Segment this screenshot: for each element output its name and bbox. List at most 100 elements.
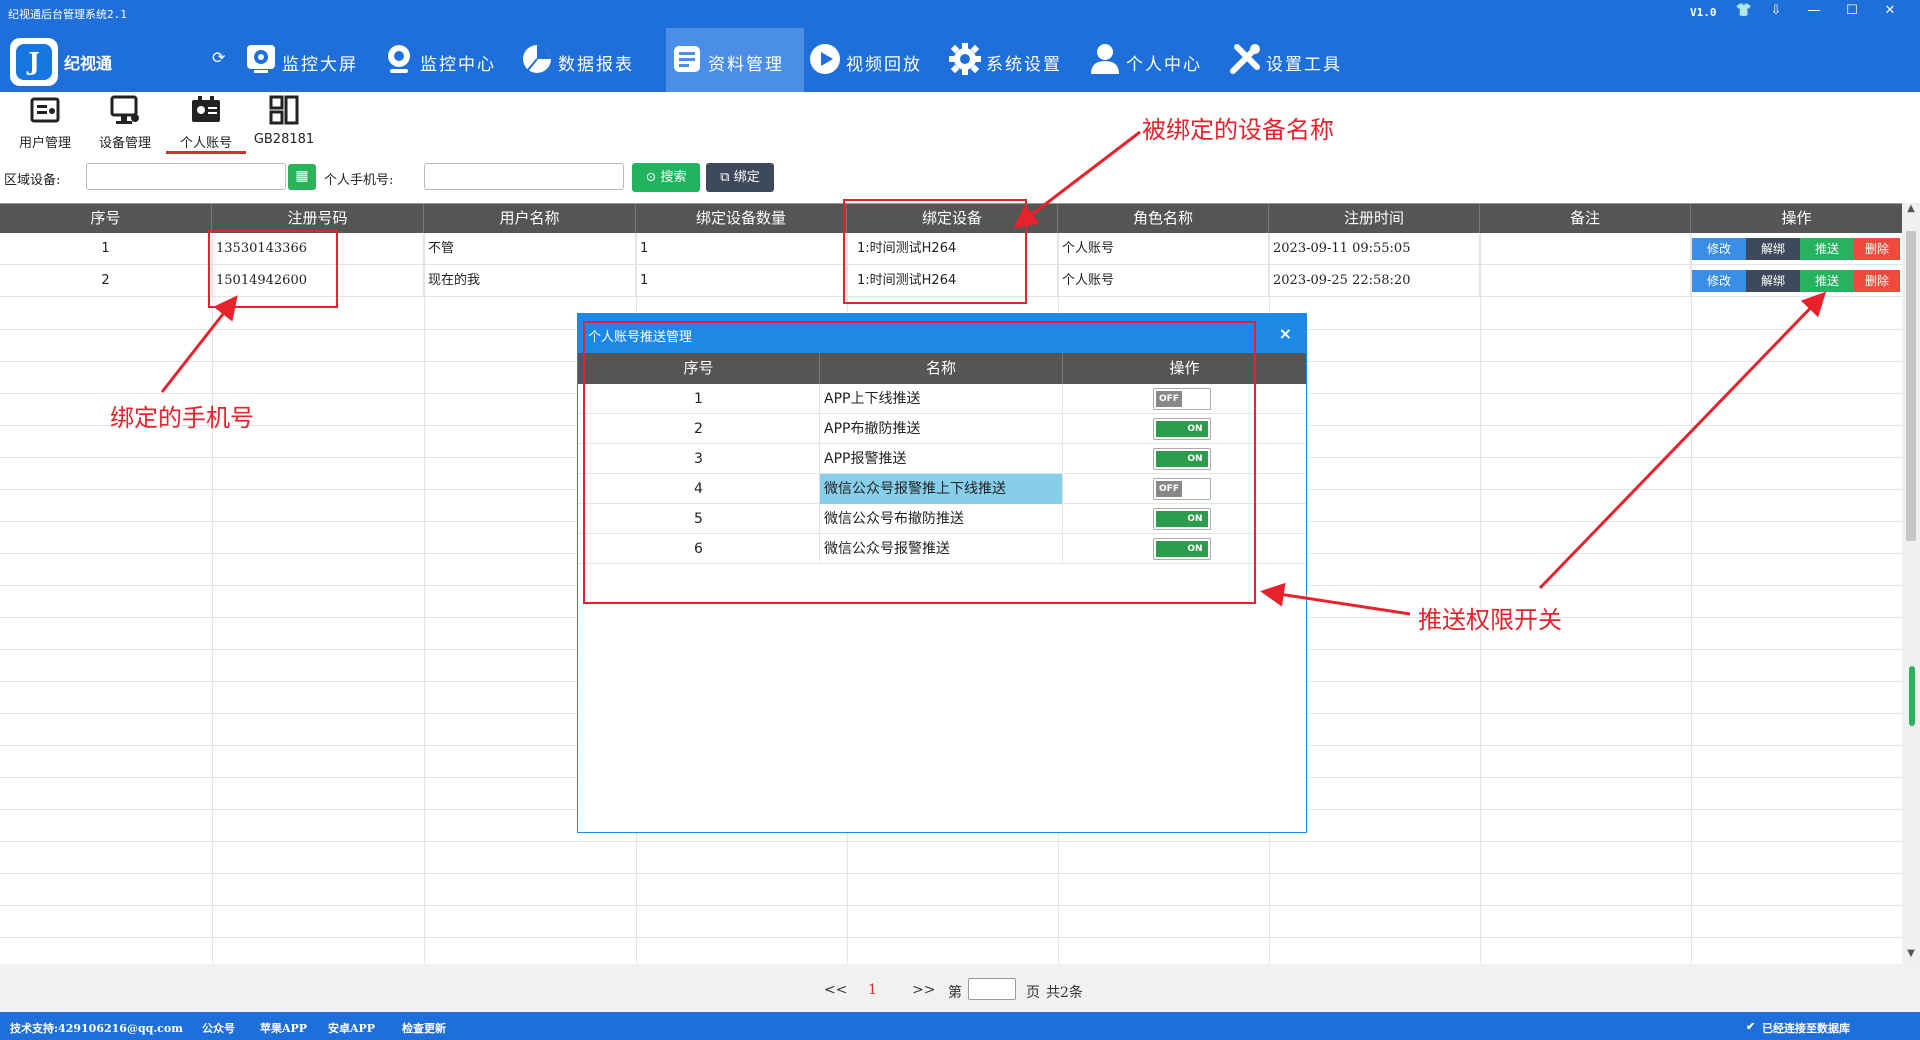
camera-icon bbox=[388, 45, 410, 73]
db-connected-icon: ✔ bbox=[1746, 1020, 1756, 1033]
column-header[interactable]: 注册时间 bbox=[1269, 204, 1480, 233]
scroll-down-icon[interactable]: ▼ bbox=[1902, 948, 1920, 964]
push-button[interactable]: 推送 bbox=[1800, 238, 1854, 260]
region-device-input[interactable] bbox=[86, 163, 286, 190]
gear-icon bbox=[949, 43, 981, 75]
nav-item-monitor-screen[interactable]: 监控大屏 bbox=[240, 28, 378, 92]
wechat-link[interactable]: 公众号 bbox=[202, 1020, 235, 1036]
user-icon bbox=[1091, 44, 1119, 74]
nav-item-video-playback[interactable]: 视频回放 bbox=[804, 28, 944, 92]
subtool-user-management[interactable]: 用户管理 bbox=[10, 92, 80, 156]
push-button[interactable]: 推送 bbox=[1800, 270, 1854, 292]
page-number-input[interactable] bbox=[968, 978, 1016, 1000]
edit-button[interactable]: 修改 bbox=[1692, 270, 1746, 292]
grid-row-line bbox=[0, 841, 1902, 842]
refresh-icon[interactable]: ⟳ bbox=[212, 48, 225, 67]
search-button[interactable]: ⊙ 搜索 bbox=[632, 163, 700, 192]
subtool-device-management[interactable]: 设备管理 bbox=[90, 92, 160, 156]
close-icon[interactable]: × bbox=[1279, 324, 1292, 343]
phone-input[interactable] bbox=[424, 163, 624, 190]
column-header[interactable]: 备注 bbox=[1480, 204, 1691, 233]
column-header[interactable]: 角色名称 bbox=[1058, 204, 1269, 233]
note-cell bbox=[1480, 233, 1691, 265]
gb28181-icon bbox=[269, 95, 299, 125]
unbind-button[interactable]: 解绑 bbox=[1746, 270, 1800, 292]
toggle-highlight-box bbox=[583, 321, 1256, 604]
search-label: 搜索 bbox=[660, 170, 687, 185]
skin-icon[interactable]: 👕 bbox=[1726, 0, 1762, 24]
pagination: << 1 >> 第 页 共2条 bbox=[0, 964, 1920, 1012]
column-header[interactable]: 绑定设备数量 bbox=[636, 204, 847, 233]
search-icon: ⊙ bbox=[645, 170, 657, 185]
prev-page-button[interactable]: << bbox=[824, 982, 847, 998]
device-highlight-box bbox=[843, 199, 1027, 304]
close-window-button[interactable]: ✕ bbox=[1872, 0, 1908, 24]
check-update-link[interactable]: 检查更新 bbox=[402, 1020, 446, 1036]
column-header[interactable]: 注册号码 bbox=[212, 204, 424, 233]
delete-button[interactable]: 删除 bbox=[1854, 238, 1900, 260]
column-header[interactable]: 用户名称 bbox=[424, 204, 636, 233]
grid-line bbox=[1691, 233, 1692, 964]
column-header[interactable]: 操作 bbox=[1691, 204, 1902, 233]
unbind-button[interactable]: 解绑 bbox=[1746, 238, 1800, 260]
annotation-bound-device: 被绑定的设备名称 bbox=[1142, 116, 1334, 144]
nav-item-personal-center[interactable]: 个人中心 bbox=[1084, 28, 1224, 92]
android-app-link[interactable]: 安卓APP bbox=[328, 1020, 375, 1036]
phone-label: 个人手机号: bbox=[324, 173, 394, 188]
register-time-cell: 2023-09-25 22:58:20 bbox=[1269, 265, 1480, 297]
maximize-button[interactable]: ☐ bbox=[1834, 0, 1870, 24]
nav-label: 视频回放 bbox=[846, 55, 922, 75]
region-device-label: 区域设备: bbox=[4, 173, 61, 188]
minimize-button[interactable]: — bbox=[1796, 0, 1832, 24]
phone-highlight-box bbox=[208, 230, 338, 308]
personal-account-icon bbox=[192, 96, 220, 122]
sub-toolbar: 用户管理 设备管理 个人账号 GB28181 bbox=[0, 92, 1920, 156]
device-management-icon bbox=[110, 95, 139, 124]
scrollbar-thumb[interactable] bbox=[1906, 231, 1916, 541]
nav-label: 数据报表 bbox=[558, 55, 634, 75]
side-indicator bbox=[1909, 666, 1915, 726]
total-count: 共2条 bbox=[1046, 985, 1083, 1001]
nav-item-system-settings[interactable]: 系统设置 bbox=[944, 28, 1084, 92]
tools-icon bbox=[1230, 44, 1260, 74]
edit-button[interactable]: 修改 bbox=[1692, 238, 1746, 260]
nav-item-monitor-center[interactable]: 监控中心 bbox=[378, 28, 516, 92]
page-label: 第 bbox=[948, 985, 962, 1001]
index-cell: 1 bbox=[0, 233, 212, 265]
vertical-scrollbar[interactable]: ▲ ▼ bbox=[1902, 203, 1920, 964]
grid-line bbox=[1480, 233, 1481, 964]
grid-line bbox=[424, 233, 425, 964]
nav-label: 监控大屏 bbox=[282, 55, 358, 75]
next-page-button[interactable]: >> bbox=[912, 982, 935, 998]
subtool-label: 设备管理 bbox=[98, 136, 151, 151]
nav-item-setup-tools[interactable]: 设置工具 bbox=[1224, 28, 1364, 92]
role-cell: 个人账号 bbox=[1058, 265, 1269, 297]
nav-item-data-report[interactable]: 数据报表 bbox=[516, 28, 656, 92]
subtool-personal-account[interactable]: 个人账号 bbox=[166, 92, 246, 156]
grid-row-line bbox=[0, 873, 1902, 874]
device-count-cell: 1 bbox=[636, 233, 847, 265]
region-select-button[interactable]: ▦ bbox=[288, 164, 316, 190]
scroll-up-icon[interactable]: ▲ bbox=[1902, 203, 1920, 219]
ios-app-link[interactable]: 苹果APP bbox=[260, 1020, 307, 1036]
app-header: 纪视通后台管理系统2.1 V1.0 👕 ⇩ — ☐ ✕ J 纪视通 ⟳ 监控大屏… bbox=[0, 0, 1920, 92]
current-page[interactable]: 1 bbox=[868, 982, 877, 998]
grid-row-line bbox=[0, 905, 1902, 906]
nav-label: 系统设置 bbox=[986, 55, 1062, 75]
bind-button[interactable]: ⧉ 绑定 bbox=[706, 163, 774, 192]
bind-label: 绑定 bbox=[733, 170, 760, 185]
grid-line bbox=[212, 233, 213, 964]
brand-name: 纪视通 bbox=[64, 54, 113, 73]
top-navigation: 监控大屏 监控中心 数据报表 资料管理 视频回放 系统设置 个人中心 设置工具 bbox=[240, 28, 1890, 92]
dropdown-window-button[interactable]: ⇩ bbox=[1758, 0, 1794, 24]
column-header[interactable]: 序号 bbox=[0, 204, 212, 233]
subtool-gb28181[interactable]: GB28181 bbox=[252, 92, 316, 156]
play-icon bbox=[810, 44, 840, 74]
app-logo: J bbox=[10, 38, 58, 86]
delete-button[interactable]: 删除 bbox=[1854, 270, 1900, 292]
grid-row-line bbox=[0, 937, 1902, 938]
document-icon bbox=[674, 46, 700, 72]
subtool-label: GB28181 bbox=[253, 132, 315, 147]
copy-icon: ⧉ bbox=[720, 170, 730, 185]
nav-item-data-management[interactable]: 资料管理 bbox=[666, 28, 804, 92]
